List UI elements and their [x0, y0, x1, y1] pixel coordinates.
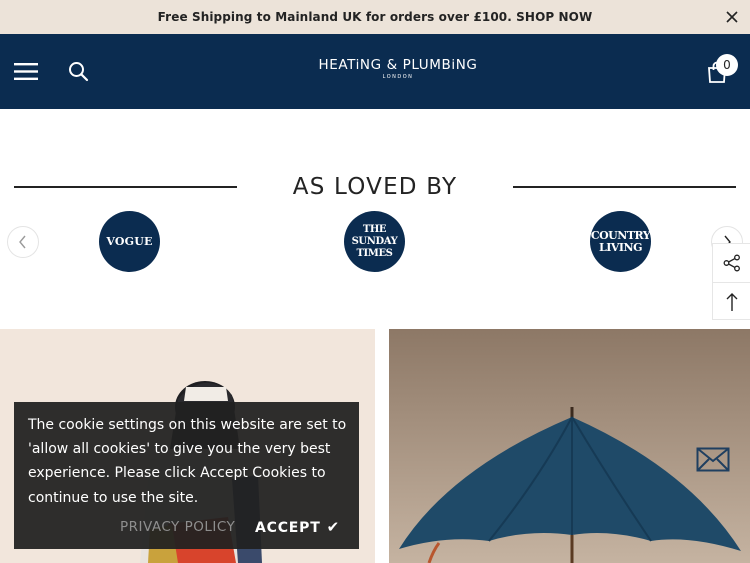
- site-header: HEATiNG & PLUMBiNG LONDON 0: [0, 34, 750, 109]
- envelope-icon[interactable]: [696, 447, 730, 472]
- cookie-banner: The cookie settings on this website are …: [14, 402, 359, 549]
- announcement-bar: Free Shipping to Mainland UK for orders …: [0, 0, 750, 34]
- search-icon[interactable]: [68, 61, 89, 82]
- floating-tools: [712, 243, 750, 320]
- logo-wordmark: HEATiNG & PLUMBiNG: [318, 57, 478, 73]
- cart-count-badge[interactable]: 0: [716, 54, 738, 76]
- share-icon: [723, 254, 740, 272]
- site-logo[interactable]: HEATiNG & PLUMBiNG LONDON: [300, 56, 496, 86]
- section-title: AS LOVED BY: [292, 174, 458, 200]
- press-logo-text: LIVING: [598, 240, 643, 254]
- privacy-policy-link[interactable]: PRIVACY POLICY: [120, 519, 235, 535]
- cookie-message: The cookie settings on this website are …: [28, 417, 347, 506]
- press-logo-text: VOGUE: [106, 234, 153, 248]
- press-logo-sunday-times[interactable]: THE SUNDAY TIMES: [344, 211, 405, 272]
- press-logo-text: COUNTRY: [590, 228, 651, 242]
- arrow-up-icon: [726, 292, 738, 311]
- accept-label: ACCEPT: [255, 520, 321, 536]
- share-button[interactable]: [713, 244, 750, 282]
- chevron-left-icon: [19, 235, 26, 249]
- press-logo-text: THE: [362, 223, 387, 235]
- hamburger-menu-icon[interactable]: [14, 62, 38, 81]
- banner-photo-umbrella: [389, 329, 750, 563]
- press-logo-text: SUNDAY: [351, 235, 398, 247]
- section-divider-left: [14, 186, 237, 188]
- banner-image-umbrella[interactable]: [389, 329, 750, 563]
- announcement-text[interactable]: Free Shipping to Mainland UK for orders …: [158, 10, 593, 24]
- accept-cookies-button[interactable]: ACCEPT ✔: [255, 518, 340, 536]
- back-to-top-button[interactable]: [713, 282, 750, 320]
- close-icon[interactable]: [724, 9, 740, 25]
- section-divider-right: [513, 186, 736, 188]
- press-logo-vogue[interactable]: VOGUE: [99, 211, 160, 272]
- carousel-prev-button[interactable]: [7, 226, 39, 258]
- press-logo-country-living[interactable]: COUNTRY LIVING: [590, 211, 651, 272]
- logo-location: LONDON: [382, 74, 414, 80]
- press-logo-text: TIMES: [356, 247, 393, 259]
- checkmark-icon: ✔: [326, 518, 340, 536]
